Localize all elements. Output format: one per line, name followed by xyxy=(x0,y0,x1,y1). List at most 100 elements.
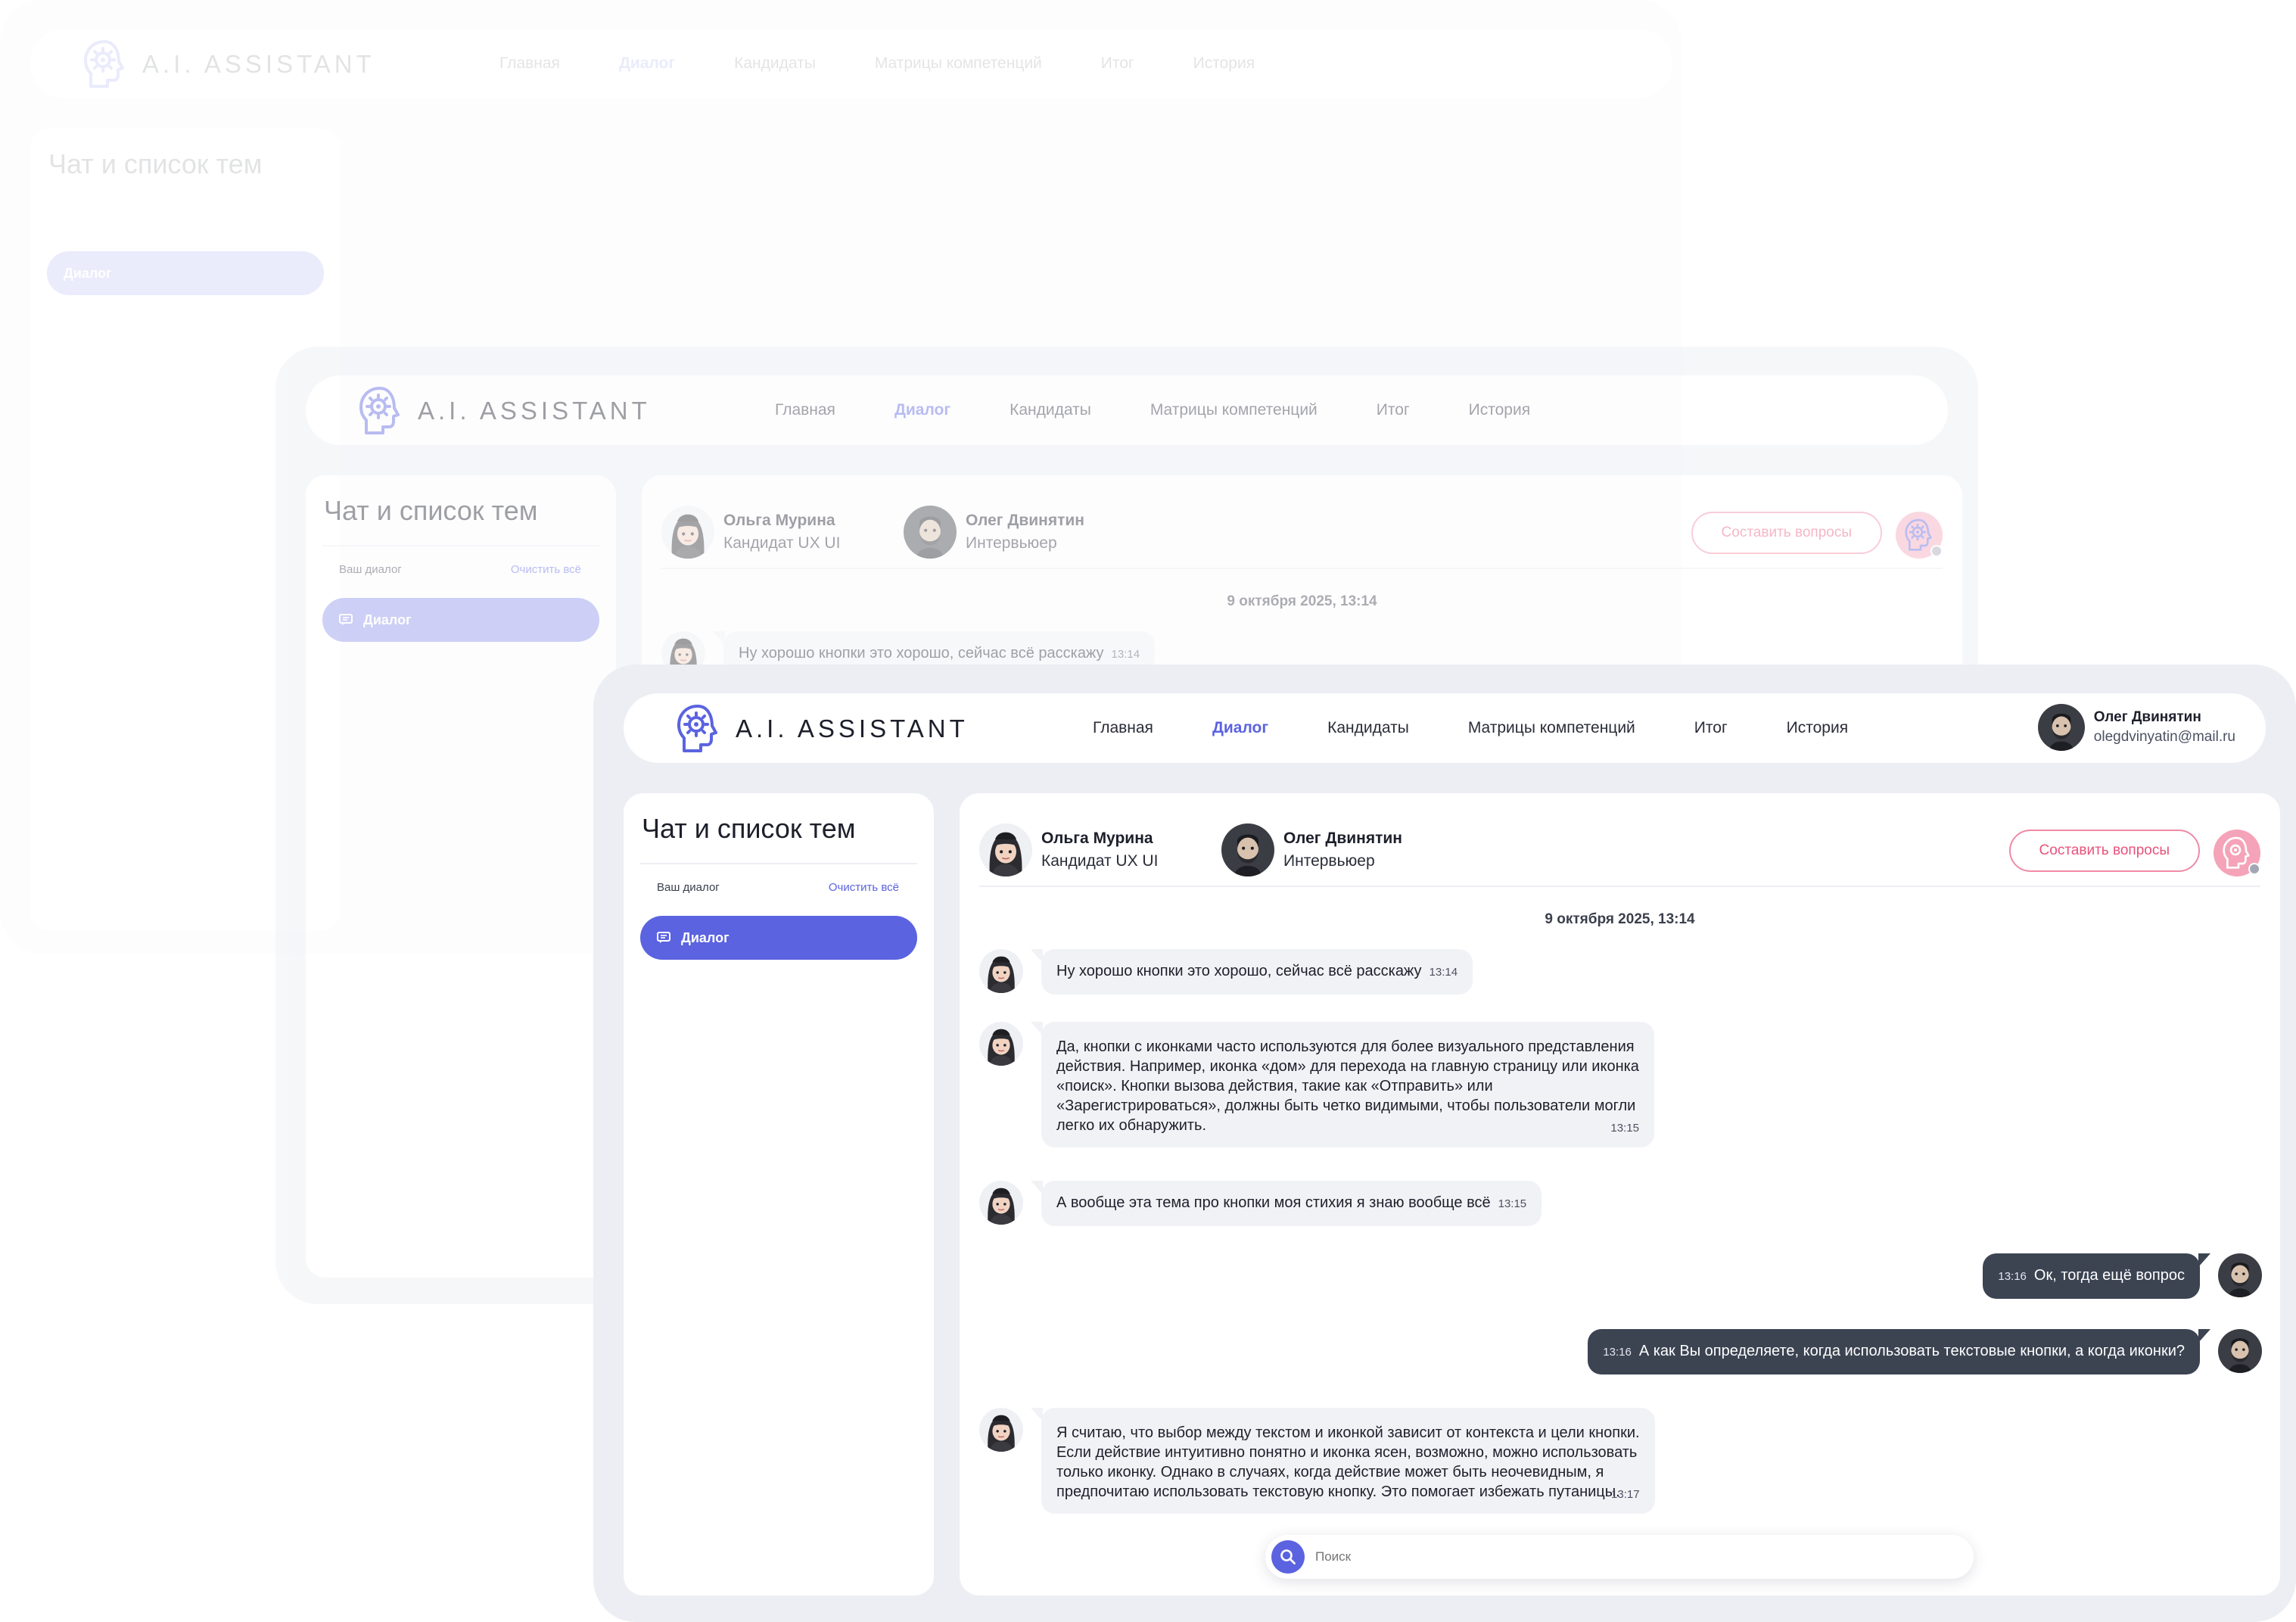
ghost2-candidate-role: Кандидат UX UI xyxy=(723,534,841,552)
message-text: А как Вы определяете, когда использовать… xyxy=(1638,1343,2185,1359)
message-text: А вообще эта тема про кнопки моя стихия … xyxy=(1056,1194,1491,1211)
message-line: «поиск». Кнопки вызова действия, такие к… xyxy=(1056,1078,1493,1094)
message-incoming: Ну хорошо кнопки это хорошо, сейчас всё … xyxy=(979,949,1473,995)
logo-icon xyxy=(82,39,129,89)
ghost2-brand: A.I. ASSISTANT xyxy=(357,386,651,436)
message-bubble: Я считаю, что выбор между текстом и икон… xyxy=(1031,1408,1655,1514)
message-time: 13:16 xyxy=(1998,1270,2027,1283)
chat-icon xyxy=(657,932,670,944)
nav-candidates[interactable]: Кандидаты xyxy=(1327,719,1409,737)
divider xyxy=(322,545,599,546)
ghost-brand: A.I. ASSISTANT xyxy=(82,39,375,89)
app-window: A.I. ASSISTANT Главная Диалог Кандидаты … xyxy=(593,665,2296,1622)
ghost2-nav-matrices: Матрицы компетенций xyxy=(1150,401,1318,419)
ghost2-nav-home: Главная xyxy=(775,401,835,419)
message-outgoing: 13:16 Ок, тогда ещё вопрос xyxy=(1983,1253,2262,1299)
search-input[interactable] xyxy=(1315,1549,1936,1564)
ghost-nav-result: Итог xyxy=(1100,54,1134,72)
nav-home[interactable]: Главная xyxy=(1093,719,1153,737)
status-dot xyxy=(2248,863,2260,875)
ghost2-sidebar: Чат и список тем Ваш диалог Очистить всё… xyxy=(306,475,616,1278)
message-time: 13:14 xyxy=(1429,966,1458,979)
ghost2-nav: Главная Диалог Кандидаты Матрицы компете… xyxy=(775,375,1530,445)
sidebar-subtitle: Ваш диалог xyxy=(657,881,720,894)
ghost2-candidate-name: Ольга Мурина xyxy=(723,512,835,529)
message-line: Если действие интуитивно понятно и иконк… xyxy=(1056,1444,1638,1461)
ghost-nav: Главная Диалог Кандидаты Матрицы компете… xyxy=(499,29,1255,98)
ghost2-bot-button xyxy=(1896,512,1943,559)
robot-head-icon xyxy=(2223,836,2250,869)
message-line: только иконку. Однако в случаях, когда д… xyxy=(1056,1464,1604,1480)
nav-history[interactable]: История xyxy=(1787,719,1848,737)
nav-dialog[interactable]: Диалог xyxy=(1212,719,1268,737)
ghost-nav-history: История xyxy=(1193,54,1255,72)
status-dot xyxy=(1930,545,1943,557)
ghost2-interviewer-name: Олег Двинятин xyxy=(966,512,1084,529)
interviewer-card: Олег Двинятин Интервьюер xyxy=(1221,823,1402,876)
clear-all-button[interactable]: Очистить всё xyxy=(829,881,899,894)
ghost-sidebar-item-label: Диалог xyxy=(64,265,112,281)
search-bar xyxy=(1265,1535,1974,1579)
message-text: Ок, тогда ещё вопрос xyxy=(2033,1267,2185,1284)
ghost-nav-candidates: Кандидаты xyxy=(734,54,816,72)
search-icon xyxy=(1280,1549,1296,1564)
ghost2-compose-button: Составить вопросы xyxy=(1691,512,1882,554)
candidate-role: Кандидат UX UI xyxy=(1041,852,1159,870)
brand[interactable]: A.I. ASSISTANT xyxy=(675,704,969,754)
ghost-brand-name: A.I. ASSISTANT xyxy=(142,50,375,78)
message-text: Ну хорошо кнопки это хорошо, сейчас всё … xyxy=(1056,963,1422,979)
ghost2-chat-header: Ольга Мурина Кандидат UX UI Олег Двиняти… xyxy=(661,506,1943,569)
ghost2-interviewer-role: Интервьюер xyxy=(966,534,1057,552)
ghost-header: A.I. ASSISTANT Главная Диалог Кандидаты … xyxy=(30,29,1672,98)
candidate-name: Ольга Мурина xyxy=(1041,830,1153,847)
avatar xyxy=(904,506,957,559)
message-bubble: Да, кнопки с иконками часто используются… xyxy=(1031,1022,1654,1147)
message-incoming: Я считаю, что выбор между текстом и икон… xyxy=(979,1408,1655,1514)
ghost2-nav-history: История xyxy=(1468,401,1531,419)
avatar xyxy=(2218,1253,2262,1297)
ghost-nav-home: Главная xyxy=(499,54,560,72)
avatar xyxy=(979,1181,1023,1225)
avatar xyxy=(979,1408,1023,1452)
search-button[interactable] xyxy=(1271,1540,1305,1574)
interviewer-name: Олег Двинятин xyxy=(1283,830,1402,847)
user-name: Олег Двинятин xyxy=(2093,709,2201,725)
chat-header: Ольга Мурина Кандидат UX UI Олег Двиняти… xyxy=(979,823,2260,887)
ghost2-sidebar-item-label: Диалог xyxy=(363,612,412,627)
sidebar-title: Чат и список тем xyxy=(642,813,856,844)
sidebar-item-dialog[interactable]: Диалог xyxy=(640,916,917,960)
message-line: действия. Например, иконка «дом» для пер… xyxy=(1056,1058,1639,1075)
message-outgoing: 13:16 А как Вы определяете, когда использ… xyxy=(1588,1329,2262,1374)
logo-icon xyxy=(675,704,722,754)
compose-questions-button[interactable]: Составить вопросы xyxy=(2008,830,2200,872)
user-profile[interactable]: Олег Двинятин olegdvinyatin@mail.ru xyxy=(2038,704,2235,751)
ghost2-candidate: Ольга Мурина Кандидат UX UI xyxy=(661,506,840,559)
divider xyxy=(640,863,917,864)
ghost2-header: A.I. ASSISTANT Главная Диалог Кандидаты … xyxy=(306,375,1948,445)
ghost-nav-matrices: Матрицы компетенций xyxy=(874,54,1042,72)
avatar xyxy=(2038,704,2085,751)
avatar xyxy=(661,506,714,559)
message-bubble: 13:16 Ок, тогда ещё вопрос xyxy=(1983,1253,2210,1299)
assistant-bot-button[interactable] xyxy=(2214,830,2260,876)
ghost-sidebar-item: Диалог xyxy=(47,251,324,295)
message-bubble: 13:16 А как Вы определяете, когда использ… xyxy=(1588,1329,2210,1374)
ghost-nav-dialog: Диалог xyxy=(618,54,676,72)
avatar xyxy=(979,823,1032,876)
nav-competency-matrices[interactable]: Матрицы компетенций xyxy=(1468,719,1635,737)
ghost2-message-text: Ну хорошо кнопки это хорошо, сейчас всё … xyxy=(739,645,1104,662)
message-time: 13:15 xyxy=(1498,1197,1527,1210)
message-line: Я считаю, что выбор между текстом и икон… xyxy=(1056,1424,1640,1441)
robot-head-icon xyxy=(1903,518,1935,552)
sidebar-item-label: Диалог xyxy=(681,929,730,945)
avatar xyxy=(1221,823,1274,876)
ghost2-date: 9 октября 2025, 13:14 xyxy=(1227,593,1377,609)
nav-result[interactable]: Итог xyxy=(1694,719,1728,737)
ghost2-brand-name: A.I. ASSISTANT xyxy=(418,397,651,425)
ghost2-clear-all: Очистить всё xyxy=(510,563,581,576)
ghost2-nav-candidates: Кандидаты xyxy=(1010,401,1091,419)
ghost-sidebar-title: Чат и список тем xyxy=(48,148,263,179)
main-nav: Главная Диалог Кандидаты Матрицы компете… xyxy=(1093,693,1848,763)
logo-icon xyxy=(357,386,404,436)
message-bubble: А вообще эта тема про кнопки моя стихия … xyxy=(1030,1181,1542,1226)
